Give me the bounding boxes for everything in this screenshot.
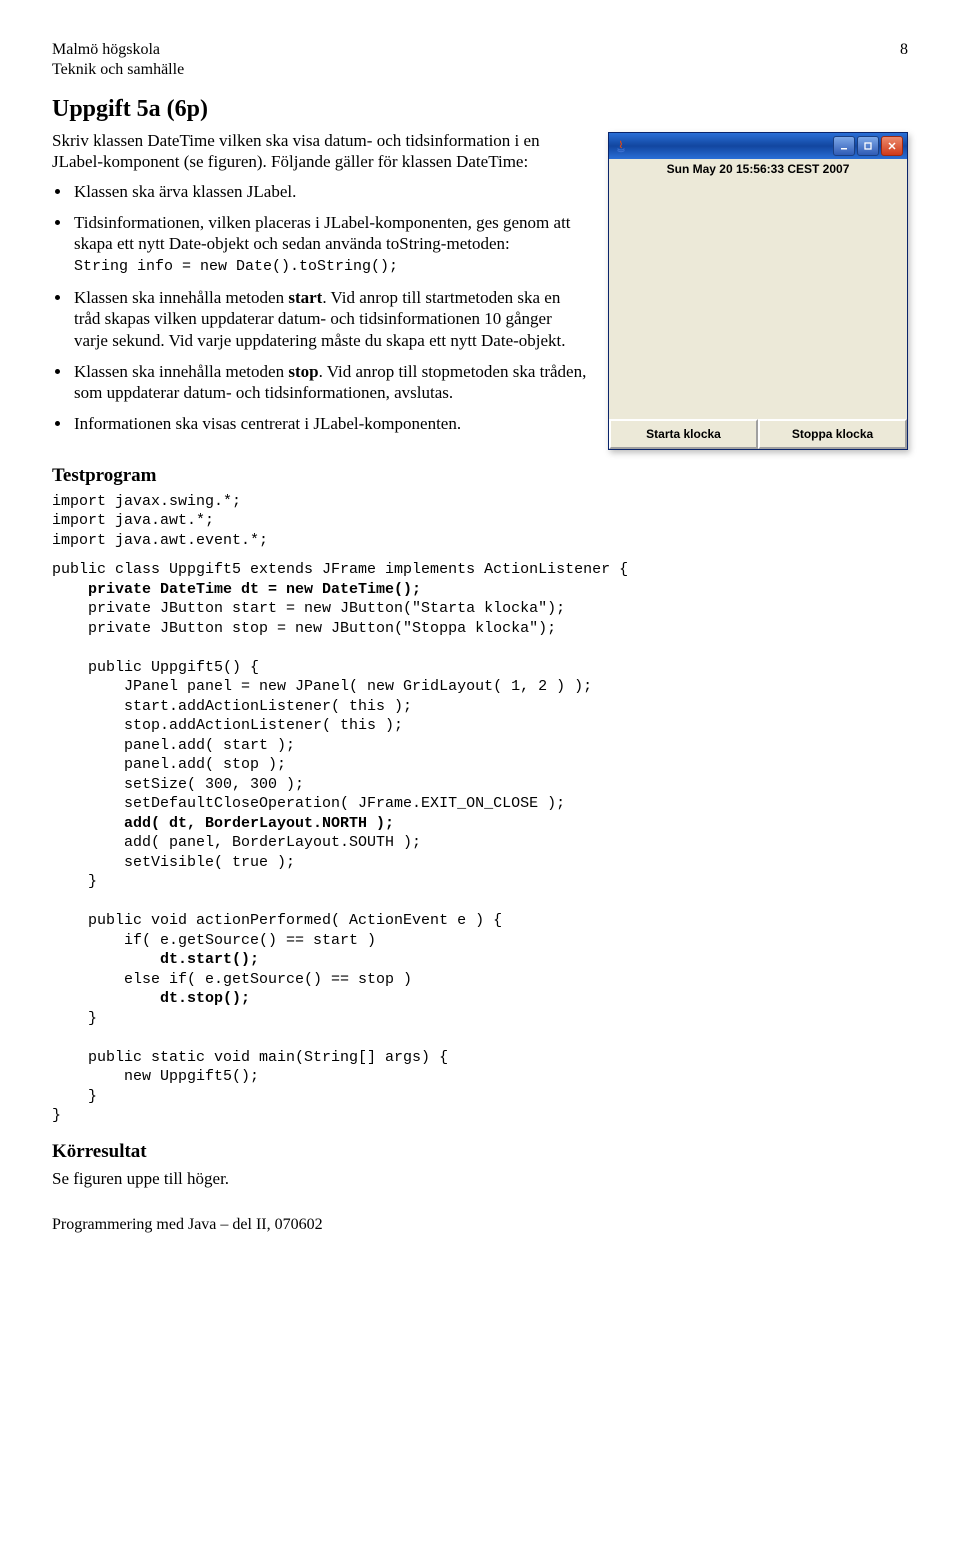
code-class: public class Uppgift5 extends JFrame imp…	[52, 560, 908, 1126]
maximize-button[interactable]	[857, 136, 879, 156]
testprogram-heading: Testprogram	[52, 464, 908, 488]
bullet-code: String info = new Date().toString();	[74, 258, 398, 275]
korresultat-text: Se figuren uppe till höger.	[52, 1168, 908, 1189]
page-header: Malmö högskola Teknik och samhälle 8	[52, 40, 908, 80]
page-footer: Programmering med Java – del II, 070602	[52, 1215, 908, 1235]
window-body	[609, 179, 907, 419]
institution: Malmö högskola	[52, 40, 184, 60]
bullet-date-info: Tidsinformationen, vilken placeras i JLa…	[72, 212, 588, 277]
java-swing-window: Sun May 20 15:56:33 CEST 2007 Starta klo…	[608, 132, 908, 450]
bullet-inherit-jlabel: Klassen ska ärva klassen JLabel.	[72, 181, 588, 202]
bullet-text: Klassen ska innehålla metoden	[74, 362, 288, 381]
close-button[interactable]	[881, 136, 903, 156]
page-number: 8	[900, 40, 908, 80]
stop-clock-button[interactable]: Stoppa klocka	[758, 419, 907, 449]
datetime-label: Sun May 20 15:56:33 CEST 2007	[609, 159, 907, 179]
titlebar[interactable]	[609, 133, 907, 159]
department: Teknik och samhälle	[52, 60, 184, 80]
bullet-centered: Informationen ska visas centrerat i JLab…	[72, 413, 588, 434]
bullet-text: Tidsinformationen, vilken placeras i JLa…	[74, 213, 571, 253]
bullet-text: Klassen ska innehålla metoden	[74, 288, 288, 307]
java-icon	[613, 138, 629, 154]
bullet-text: Informationen ska visas centrerat i JLab…	[74, 414, 461, 433]
method-name-start: start	[288, 288, 322, 307]
method-name-stop: stop	[288, 362, 318, 381]
page-title: Uppgift 5a (6p)	[52, 94, 908, 124]
bullet-text: Klassen ska ärva klassen JLabel.	[74, 182, 296, 201]
bullet-start-method: Klassen ska innehålla metoden start. Vid…	[72, 287, 588, 351]
minimize-button[interactable]	[833, 136, 855, 156]
start-clock-button[interactable]: Starta klocka	[609, 419, 758, 449]
korresultat-heading: Körresultat	[52, 1140, 908, 1164]
intro-paragraph: Skriv klassen DateTime vilken ska visa d…	[52, 130, 588, 173]
bullet-stop-method: Klassen ska innehålla metoden stop. Vid …	[72, 361, 588, 404]
code-imports: import javax.swing.*; import java.awt.*;…	[52, 492, 908, 551]
